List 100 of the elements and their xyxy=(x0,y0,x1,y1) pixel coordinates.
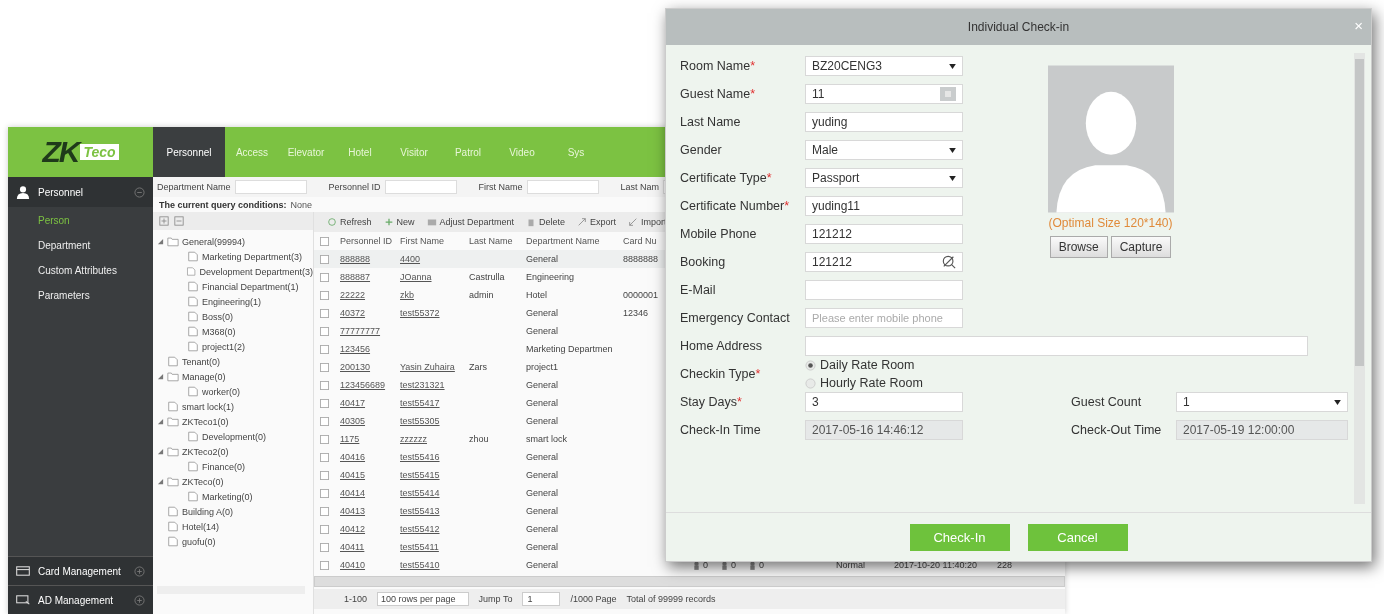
expand-arrow-icon[interactable] xyxy=(157,238,164,245)
tree-item[interactable]: Manage(0) xyxy=(182,371,226,382)
expand-arrow-icon[interactable] xyxy=(157,418,164,425)
table-link[interactable]: test55410 xyxy=(397,560,466,570)
expand-icon[interactable] xyxy=(134,565,145,577)
tree-item[interactable]: Tenant(0) xyxy=(182,356,221,367)
table-link[interactable]: Yasin Zuhaira xyxy=(397,362,466,372)
toolbar-button[interactable]: Import xyxy=(623,215,672,229)
tree-item[interactable]: Financial Department(1) xyxy=(202,281,299,292)
photo-button[interactable]: Browse xyxy=(1049,236,1108,258)
tree-item[interactable]: Marketing(0) xyxy=(202,491,253,502)
input-field[interactable]: yuding xyxy=(805,112,963,132)
row-checkbox[interactable] xyxy=(320,362,329,372)
select-field[interactable]: Passport xyxy=(805,168,963,188)
tree-item[interactable]: Development Department(3) xyxy=(199,266,313,277)
table-link[interactable]: zzzzzz xyxy=(397,434,466,444)
column-header[interactable]: First Name xyxy=(397,236,466,246)
expand-all-icon[interactable] xyxy=(159,216,169,226)
input-field[interactable]: yuding11 xyxy=(805,196,963,216)
table-link[interactable]: 22222 xyxy=(337,290,397,300)
tree-item[interactable]: General(99994) xyxy=(182,236,246,247)
sidebar-item[interactable]: Person xyxy=(8,207,153,232)
input-field[interactable]: 3 xyxy=(805,392,963,412)
filter-field[interactable] xyxy=(526,180,599,194)
sidebar-item[interactable]: Department xyxy=(8,232,153,257)
table-link[interactable]: 40411 xyxy=(337,542,397,552)
table-link[interactable]: 40413 xyxy=(337,506,397,516)
column-header[interactable]: Personnel ID xyxy=(337,236,397,246)
row-checkbox[interactable] xyxy=(320,452,329,462)
row-checkbox[interactable] xyxy=(320,416,329,426)
row-checkbox[interactable] xyxy=(320,308,329,318)
collapse-icon[interactable] xyxy=(134,186,145,198)
filter-field[interactable] xyxy=(384,180,457,194)
toolbar-button[interactable]: Adjust Department xyxy=(421,215,520,229)
search-icon[interactable] xyxy=(942,255,956,269)
table-link[interactable]: test55412 xyxy=(397,524,466,534)
tree-item[interactable]: Boss(0) xyxy=(202,311,233,322)
table-link[interactable]: 77777777 xyxy=(337,326,397,336)
input-field[interactable] xyxy=(805,280,963,300)
table-link[interactable]: 40416 xyxy=(337,452,397,462)
table-link[interactable]: JOanna xyxy=(397,272,466,282)
table-link[interactable]: 40372 xyxy=(337,308,397,318)
horizontal-scrollbar[interactable] xyxy=(314,576,1065,587)
table-link[interactable]: 200130 xyxy=(337,362,397,372)
radio-label[interactable]: Hourly Rate Room xyxy=(820,376,923,390)
table-link[interactable]: 4400 xyxy=(397,254,466,264)
filter-field[interactable] xyxy=(234,180,307,194)
table-link[interactable]: test55417 xyxy=(397,398,466,408)
sidebar-item[interactable]: Parameters xyxy=(8,282,153,307)
tree-item[interactable]: M368(0) xyxy=(202,326,236,337)
column-header[interactable]: Last Name xyxy=(466,236,523,246)
input-field[interactable]: 11 xyxy=(805,84,963,104)
table-link[interactable]: test231321 xyxy=(397,380,466,390)
tree-item[interactable]: ZKTeco2(0) xyxy=(182,446,229,457)
sidebar-item[interactable]: Custom Attributes xyxy=(8,257,153,282)
tree-item[interactable]: project1(2) xyxy=(202,341,246,352)
rows-per-page-select[interactable]: 100 rows per page xyxy=(377,592,469,606)
select-all-checkbox[interactable] xyxy=(320,236,329,246)
table-link[interactable]: 123456689 xyxy=(337,380,397,390)
table-link[interactable]: 123456 xyxy=(337,344,397,354)
table-link[interactable]: test55413 xyxy=(397,506,466,516)
table-link[interactable]: test55414 xyxy=(397,488,466,498)
tree-item[interactable]: Finance(0) xyxy=(202,461,246,472)
row-checkbox[interactable] xyxy=(320,524,329,534)
table-link[interactable]: zkb xyxy=(397,290,466,300)
toolbar-button[interactable]: New xyxy=(378,215,420,229)
tree-item[interactable]: Building A(0) xyxy=(182,506,234,517)
input-field[interactable] xyxy=(805,336,1308,356)
input-field[interactable]: 121212 xyxy=(805,252,963,272)
column-header[interactable]: Department Name xyxy=(523,236,620,246)
row-checkbox[interactable] xyxy=(320,560,329,570)
table-link[interactable]: 888887 xyxy=(337,272,397,282)
input-field[interactable]: 121212 xyxy=(805,224,963,244)
table-link[interactable]: test55415 xyxy=(397,470,466,480)
radio-button[interactable] xyxy=(805,377,816,389)
expand-icon[interactable] xyxy=(134,594,145,606)
row-checkbox[interactable] xyxy=(320,290,329,300)
table-link[interactable]: 40414 xyxy=(337,488,397,498)
toolbar-button[interactable]: Delete xyxy=(521,215,571,229)
row-checkbox[interactable] xyxy=(320,470,329,480)
tree-item[interactable]: smart lock(1) xyxy=(182,401,234,412)
lookup-icon[interactable] xyxy=(940,87,956,101)
table-link[interactable]: 40410 xyxy=(337,560,397,570)
row-checkbox[interactable] xyxy=(320,542,329,552)
radio-label[interactable]: Daily Rate Room xyxy=(820,358,915,372)
table-link[interactable]: 1175 xyxy=(337,434,397,444)
expand-arrow-icon[interactable] xyxy=(157,373,164,380)
radio-button[interactable] xyxy=(805,359,816,371)
select-field[interactable]: 1 xyxy=(1176,392,1348,412)
table-link[interactable]: test55372 xyxy=(397,308,466,318)
sidebar-group-header[interactable]: Personnel xyxy=(8,177,153,207)
row-checkbox[interactable] xyxy=(320,380,329,390)
tree-item[interactable]: ZKTeco1(0) xyxy=(182,416,229,427)
tree-item[interactable]: worker(0) xyxy=(202,386,240,397)
tree-item[interactable]: Engineering(1) xyxy=(202,296,262,307)
select-field[interactable]: BZ20CENG3 xyxy=(805,56,963,76)
tree-item[interactable]: Marketing Department(3) xyxy=(202,251,303,262)
expand-arrow-icon[interactable] xyxy=(157,448,164,455)
table-link[interactable]: test55416 xyxy=(397,452,466,462)
row-checkbox[interactable] xyxy=(320,398,329,408)
